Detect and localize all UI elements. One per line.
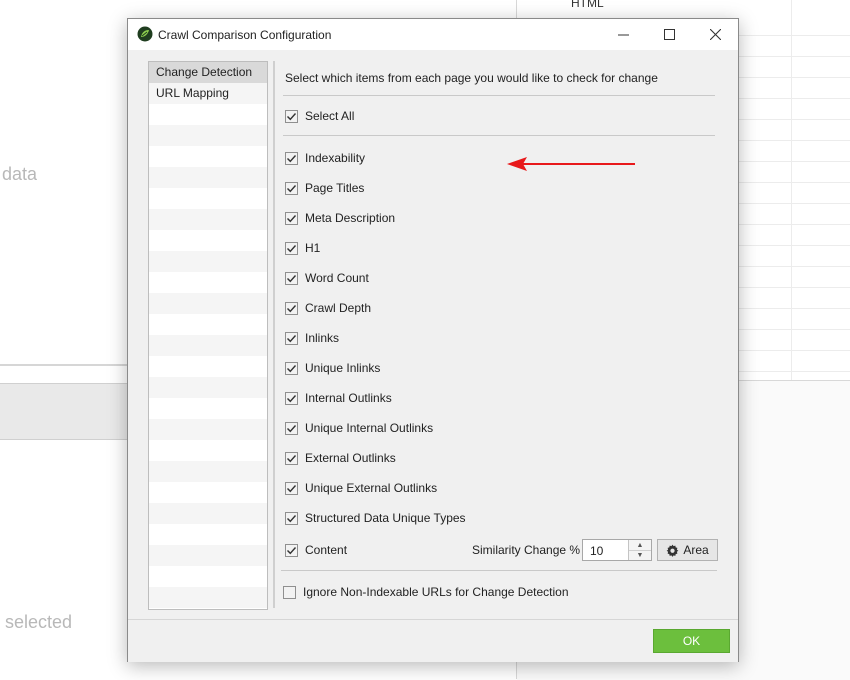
checkbox-box[interactable]: [285, 241, 298, 255]
change-detection-panel: Select which items from each page you wo…: [273, 61, 720, 608]
similarity-change-label: Similarity Change %: [472, 543, 581, 557]
checkbox-unique-inlinks[interactable]: Unique Inlinks: [285, 359, 380, 377]
checkmark-icon: [287, 304, 297, 312]
checkbox-page-titles[interactable]: Page Titles: [285, 179, 364, 197]
triangle-down-icon: ▼: [636, 551, 644, 559]
checkbox-box[interactable]: [285, 481, 298, 495]
checkmark-icon: [287, 364, 297, 372]
checkbox-label: Ignore Non-Indexable URLs for Change Det…: [303, 585, 569, 599]
settings-nav-list: Change Detection URL Mapping: [148, 61, 268, 610]
checkbox-box[interactable]: [285, 391, 298, 405]
checkbox-box[interactable]: [283, 585, 296, 599]
checkmark-icon: [287, 244, 297, 252]
close-button[interactable]: [692, 19, 738, 50]
close-icon: [709, 29, 721, 40]
checkbox-crawl-depth[interactable]: Crawl Depth: [285, 299, 371, 317]
checkbox-box[interactable]: [285, 451, 298, 465]
dialog-title: Crawl Comparison Configuration: [158, 28, 332, 42]
checkbox-meta-description[interactable]: Meta Description: [285, 209, 395, 227]
minimize-icon: [617, 34, 629, 36]
checkmark-icon: [287, 454, 297, 462]
checkbox-internal-outlinks[interactable]: Internal Outlinks: [285, 389, 392, 407]
checkbox-external-outlinks[interactable]: External Outlinks: [285, 449, 396, 467]
stepper-buttons: ▲ ▼: [628, 540, 651, 560]
red-arrow-annotation-icon: [507, 157, 635, 171]
checkbox-box[interactable]: [285, 361, 298, 375]
checkbox-label: Structured Data Unique Types: [305, 511, 466, 525]
checkbox-unique-external-outlinks[interactable]: Unique External Outlinks: [285, 479, 437, 497]
dialog-footer: OK: [128, 619, 738, 662]
similarity-change-stepper[interactable]: 10 ▲ ▼: [582, 539, 652, 561]
divider: [283, 135, 715, 136]
checkbox-box[interactable]: [285, 181, 298, 195]
checkbox-unique-internal-outlinks[interactable]: Unique Internal Outlinks: [285, 419, 433, 437]
grid-column-header: HTML: [571, 0, 604, 10]
app-icon: [137, 26, 153, 42]
checkmark-icon: [287, 514, 297, 522]
checkmark-icon: [287, 112, 297, 120]
checkbox-box[interactable]: [285, 211, 298, 225]
checkmark-icon: [287, 394, 297, 402]
checkbox-label: Unique Inlinks: [305, 361, 381, 375]
checkmark-icon: [287, 184, 297, 192]
maximize-icon: [663, 29, 675, 40]
background-hint-text: selected: [5, 612, 73, 632]
checkbox-box[interactable]: [285, 421, 298, 435]
checkbox-label: H1: [305, 241, 321, 255]
area-button-label: Area: [683, 543, 709, 557]
crawl-comparison-dialog: Crawl Comparison Configuration Change De…: [127, 18, 739, 662]
checkmark-icon: [287, 484, 297, 492]
divider: [283, 95, 715, 96]
checkmark-icon: [287, 546, 297, 554]
checkbox-structured-data-unique-types[interactable]: Structured Data Unique Types: [285, 509, 466, 527]
checkbox-label: Crawl Depth: [305, 301, 372, 315]
checkbox-content[interactable]: Content: [285, 541, 347, 559]
nav-item-change-detection[interactable]: Change Detection: [149, 62, 267, 83]
checkbox-box[interactable]: [285, 543, 298, 557]
checkmark-icon: [287, 334, 297, 342]
checkbox-label: Meta Description: [305, 211, 396, 225]
select-all-checkbox[interactable]: Select All: [285, 107, 354, 125]
checkbox-label: Page Titles: [305, 181, 365, 195]
stepper-down-button[interactable]: ▼: [629, 550, 651, 560]
maximize-button[interactable]: [646, 19, 692, 50]
dialog-titlebar[interactable]: Crawl Comparison Configuration: [128, 19, 738, 50]
gear-icon: [666, 544, 679, 557]
checkbox-h1[interactable]: H1: [285, 239, 320, 257]
checkbox-label: Unique Internal Outlinks: [305, 421, 434, 435]
background-hint-text: data: [2, 164, 38, 184]
minimize-button[interactable]: [600, 19, 646, 50]
checkmark-icon: [287, 424, 297, 432]
checkbox-label: Word Count: [305, 271, 369, 285]
checkbox-label: Content: [305, 543, 348, 557]
checkbox-label: External Outlinks: [305, 451, 396, 465]
checkmark-icon: [287, 214, 297, 222]
checkbox-box[interactable]: [285, 151, 298, 165]
checkbox-label: Unique External Outlinks: [305, 481, 438, 495]
area-button[interactable]: Area: [657, 539, 718, 561]
checkbox-label: Indexability: [305, 151, 366, 165]
instruction-text: Select which items from each page you wo…: [285, 71, 658, 85]
triangle-up-icon: ▲: [636, 541, 644, 549]
checkmark-icon: [287, 154, 297, 162]
checkbox-box[interactable]: [285, 331, 298, 345]
checkbox-word-count[interactable]: Word Count: [285, 269, 369, 287]
checkbox-label: Internal Outlinks: [305, 391, 392, 405]
checkbox-box[interactable]: [285, 271, 298, 285]
checkbox-label: Select All: [305, 109, 355, 123]
checkbox-label: Inlinks: [305, 331, 340, 345]
checkbox-box[interactable]: [285, 301, 298, 315]
checkbox-inlinks[interactable]: Inlinks: [285, 329, 339, 347]
checkbox-box[interactable]: [285, 511, 298, 525]
checkmark-icon: [287, 274, 297, 282]
checkbox-indexability[interactable]: Indexability: [285, 149, 365, 167]
ok-button[interactable]: OK: [653, 629, 730, 653]
similarity-change-value[interactable]: 10: [590, 544, 603, 558]
nav-item-url-mapping[interactable]: URL Mapping: [149, 83, 267, 104]
checkbox-ignore-non-indexable[interactable]: Ignore Non-Indexable URLs for Change Det…: [283, 583, 569, 601]
checkbox-box[interactable]: [285, 109, 298, 123]
divider: [281, 570, 717, 571]
